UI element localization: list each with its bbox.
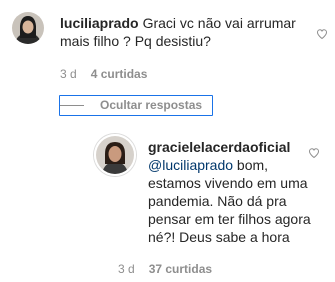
reply-body: gracielelacerdaoficial @luciliaprado bom… <box>148 138 318 246</box>
reply-username[interactable]: gracielelacerdaoficial <box>148 139 290 155</box>
divider-line <box>60 104 84 106</box>
heart-icon[interactable] <box>316 28 328 40</box>
reply-mention-link[interactable]: @luciliaprado <box>148 157 233 173</box>
avatar-image <box>96 136 134 174</box>
reply-text-line2: estamos vivendo em uma <box>148 175 308 191</box>
reply-meta: 3 d 37 curtidas <box>118 262 212 276</box>
hide-replies-button[interactable]: Ocultar respostas <box>60 98 202 112</box>
reply-text-line1: bom, <box>233 157 269 173</box>
reply-text-line5: né?! Deus sabe a hora <box>148 229 290 245</box>
hide-replies-label: Ocultar respostas <box>100 98 203 112</box>
comment-body: luciliaprado Graci vc não vai arrumar mai… <box>60 14 315 50</box>
comment-time[interactable]: 3 d <box>60 67 77 81</box>
reply-text-line4: pensar em ter filhos agora <box>148 211 311 227</box>
avatar-luciliaprado[interactable] <box>12 12 44 44</box>
reply-time[interactable]: 3 d <box>118 262 135 276</box>
comment-likes[interactable]: 4 curtidas <box>91 67 148 81</box>
comment-meta: 3 d 4 curtidas <box>60 67 147 81</box>
avatar-image <box>12 12 44 44</box>
avatar-gracielelacerdaoficial[interactable] <box>94 134 136 176</box>
reply-likes[interactable]: 37 curtidas <box>149 262 212 276</box>
comment-username[interactable]: luciliaprado <box>60 15 139 31</box>
heart-icon[interactable] <box>308 147 320 159</box>
reply-text-line3: pandemia. Não dá pra <box>148 193 287 209</box>
